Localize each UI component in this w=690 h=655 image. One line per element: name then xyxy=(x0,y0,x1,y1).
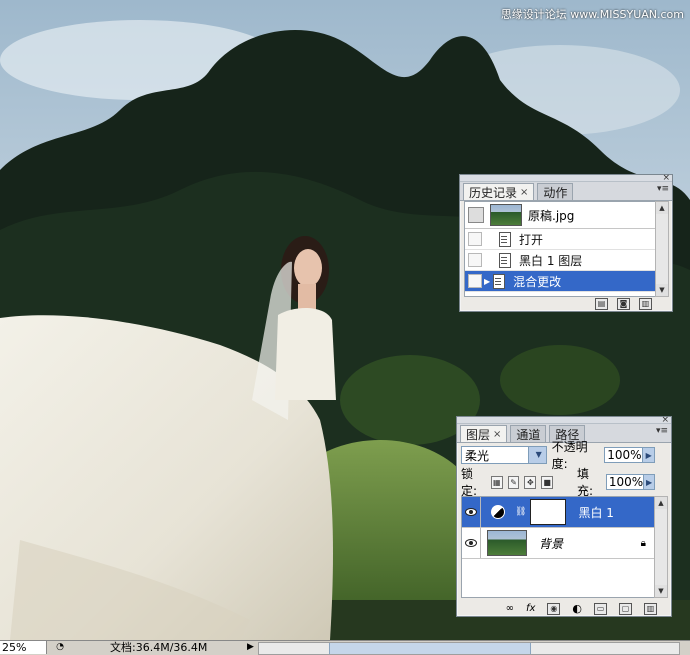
scroll-up-icon[interactable]: ▲ xyxy=(655,497,667,509)
scroll-up-icon[interactable]: ▲ xyxy=(656,202,668,214)
status-bar: 25% ◔ 文档:36.4M/36.4M ▶ xyxy=(0,640,690,655)
history-state-icon xyxy=(498,252,511,268)
scroll-down-icon[interactable]: ▼ xyxy=(656,284,668,296)
history-footer: ▤ ◙ ▥ xyxy=(460,296,672,311)
new-layer-icon[interactable]: ▢ xyxy=(619,602,632,615)
scrollbar-thumb[interactable] xyxy=(329,643,531,654)
lock-fill-row: 锁定: ▦ ✎ ✥ ■ 填充: 100% ▶ xyxy=(461,467,655,498)
opacity-input[interactable]: 100% xyxy=(604,447,644,463)
history-brush-source-icon[interactable] xyxy=(468,207,484,223)
adjustment-icon[interactable]: ◐ xyxy=(572,602,582,615)
history-item[interactable]: 黑白 1 图层 xyxy=(465,250,658,271)
tab-layers[interactable]: 图层 × xyxy=(460,425,508,442)
history-current-marker-icon: ▶ xyxy=(484,276,491,286)
fill-label: 填充: xyxy=(576,467,594,498)
chevron-down-icon[interactable]: ▼ xyxy=(527,447,546,463)
visibility-toggle[interactable] xyxy=(462,497,481,527)
fx-icon[interactable]: fx xyxy=(526,603,535,614)
link-icon[interactable]: ∞ xyxy=(506,603,514,614)
blend-opacity-row: 柔光 ▼ 不透明度: 100% ▶ xyxy=(461,440,655,471)
lock-pixels-icon[interactable]: ✎ xyxy=(507,475,520,489)
lock-position-icon[interactable]: ✥ xyxy=(524,475,537,489)
panel-menu-icon[interactable]: ▾≡ xyxy=(657,184,669,194)
layer-name: 背景 xyxy=(539,536,564,551)
history-brush-checkbox[interactable] xyxy=(468,232,482,246)
layer-mask-thumbnail[interactable] xyxy=(530,499,567,525)
adjustment-layer-icon xyxy=(491,505,505,519)
layer-list: ⛓ 黑白 1 背景 🔒︎ xyxy=(461,496,657,598)
history-tabs: 历史记录 × 动作 ▾≡ xyxy=(460,182,672,201)
chain-link-icon[interactable]: ⛓ xyxy=(515,507,526,517)
tab-history[interactable]: 历史记录 × xyxy=(463,183,535,200)
document-info: 文档:36.4M/36.4M xyxy=(110,641,208,654)
layer-row-background[interactable]: 背景 🔒︎ xyxy=(462,528,656,559)
folder-icon[interactable]: ▭ xyxy=(594,602,607,615)
layers-footer: ∞ fx ◉ ◐ ▭ ▢ ▥ xyxy=(457,601,671,616)
tab-close-icon[interactable]: × xyxy=(520,187,528,198)
history-state-icon xyxy=(492,273,506,289)
history-item[interactable]: 打开 xyxy=(465,229,658,250)
history-item-selected[interactable]: ▶ 混合更改 xyxy=(465,271,658,292)
snapshot-label: 原稿.jpg xyxy=(528,208,575,223)
tab-actions[interactable]: 动作 xyxy=(537,183,574,200)
history-snapshot[interactable]: 原稿.jpg xyxy=(465,202,658,229)
blend-mode-select[interactable]: 柔光 ▼ xyxy=(461,446,547,464)
trash-icon[interactable]: ▥ xyxy=(639,297,652,310)
mask-icon[interactable]: ◉ xyxy=(547,602,561,615)
lock-all-icon[interactable]: ■ xyxy=(541,475,553,489)
horizontal-scrollbar[interactable] xyxy=(258,642,680,655)
layers-panel: × 图层 × 通道 路径 ▾≡ 柔光 ▼ 不透明度: 100% ▶ 锁定: ▦ … xyxy=(456,415,672,617)
document-nav-icon[interactable]: ◔ xyxy=(54,641,66,654)
lock-icon: 🔒︎ xyxy=(640,537,646,549)
history-list: 原稿.jpg 打开 黑白 1 图层 ▶ 混合更改 xyxy=(464,201,659,297)
panel-title-bar[interactable]: × xyxy=(457,415,671,425)
panel-menu-icon[interactable]: ▾≡ xyxy=(656,426,668,436)
new-document-icon[interactable]: ▤ xyxy=(595,297,608,310)
eye-icon xyxy=(465,508,477,516)
fill-input[interactable]: 100% xyxy=(605,474,645,490)
fill-slider-arrow-icon[interactable]: ▶ xyxy=(644,474,655,490)
layer-row-adjustment[interactable]: ⛓ 黑白 1 xyxy=(462,497,656,528)
lock-label: 锁定: xyxy=(461,467,478,498)
history-brush-checkbox[interactable] xyxy=(468,253,482,267)
history-scrollbar[interactable]: ▲ ▼ xyxy=(655,201,669,297)
eye-icon xyxy=(465,539,477,547)
snapshot-thumbnail xyxy=(490,204,522,226)
history-state-icon xyxy=(498,231,511,247)
scroll-down-icon[interactable]: ▼ xyxy=(655,585,667,597)
history-brush-checkbox[interactable] xyxy=(468,274,482,288)
layer-thumbnail xyxy=(487,530,527,556)
opacity-slider-arrow-icon[interactable]: ▶ xyxy=(643,447,655,463)
visibility-toggle[interactable] xyxy=(462,528,481,558)
panel-title-bar[interactable]: × xyxy=(460,173,672,183)
tab-channels[interactable]: 通道 xyxy=(510,425,547,442)
zoom-field[interactable]: 25% xyxy=(0,641,47,654)
watermark-text: 思缘设计论坛 www.MISSYUAN.com xyxy=(500,8,684,21)
trash-icon[interactable]: ▥ xyxy=(644,602,657,615)
lock-transparency-icon[interactable]: ▦ xyxy=(490,475,503,489)
layer-name: 黑白 1 xyxy=(578,505,614,520)
layers-scrollbar[interactable]: ▲ ▼ xyxy=(654,496,668,598)
history-panel: × 历史记录 × 动作 ▾≡ 原稿.jpg 打开 黑白 1 图层 ▶ 混合更改 … xyxy=(459,173,673,312)
tab-close-icon[interactable]: × xyxy=(493,429,501,440)
status-menu-arrow-icon[interactable]: ▶ xyxy=(247,641,254,654)
camera-icon[interactable]: ◙ xyxy=(617,297,630,310)
